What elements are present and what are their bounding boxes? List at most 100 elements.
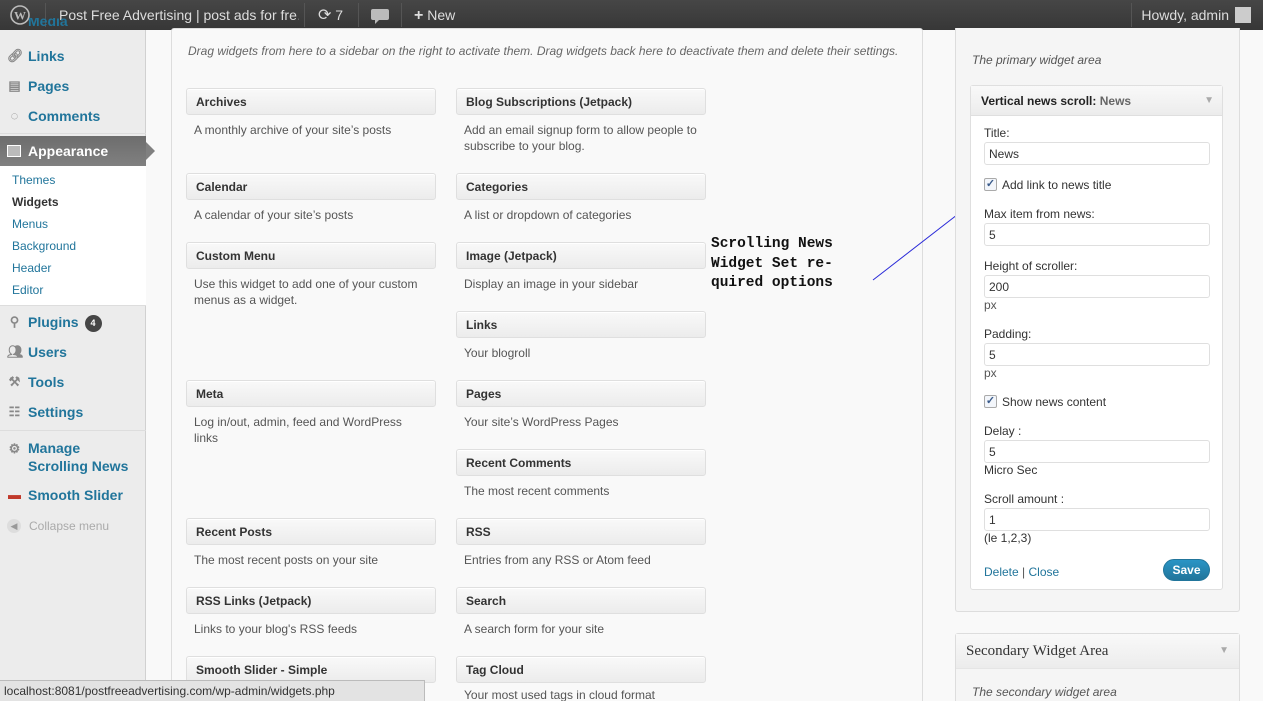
widget-description: A monthly archive of your site’s posts — [194, 123, 392, 137]
menu-item-settings[interactable]: ☷ Settings — [0, 397, 146, 427]
height-input[interactable] — [984, 275, 1210, 298]
widget-archives[interactable]: Archives A monthly archive of your site’s… — [186, 88, 436, 138]
submenu-item-background[interactable]: Background — [12, 235, 76, 257]
padding-label: Padding: — [984, 327, 1032, 341]
widget-custom-menu[interactable]: Custom Menu Use this widget to add one of… — [186, 242, 436, 308]
new-label: New — [427, 7, 456, 23]
refresh-icon: ⟳ — [318, 7, 332, 24]
widget-description: A search form for your site — [464, 622, 605, 636]
widget-image[interactable]: Image (Jetpack) Display an image in your … — [456, 242, 706, 292]
delay-unit: Micro Sec — [984, 463, 1038, 477]
plugins-update-badge: 4 — [84, 315, 102, 332]
widget-header[interactable]: Vertical news scroll: News ▼ — [971, 86, 1222, 116]
widget-title[interactable]: Smooth Slider - Simple — [186, 656, 436, 683]
title-input[interactable] — [984, 142, 1210, 165]
submenu-item-widgets[interactable]: Widgets — [12, 191, 59, 213]
max-item-label: Max item from news: — [984, 207, 1095, 221]
available-widgets-description: Drag widgets from here to a sidebar on t… — [188, 44, 899, 58]
widget-title[interactable]: RSS Links (Jetpack) — [186, 587, 436, 614]
widget-title[interactable]: Recent Comments — [456, 449, 706, 476]
widget-recent-posts[interactable]: Recent Posts The most recent posts on you… — [186, 518, 436, 568]
menu-item-tools[interactable]: ⚒ Tools — [0, 367, 146, 397]
widget-description: The most recent comments — [464, 484, 610, 498]
widget-control-links: Delete | Close — [984, 565, 1059, 579]
close-link[interactable]: Close — [1029, 565, 1060, 579]
show-content-label: Show news content — [1002, 395, 1107, 409]
widget-recent-comments[interactable]: Recent Comments The most recent comments — [456, 449, 706, 499]
appearance-icon — [7, 145, 21, 157]
widget-blog-subscriptions[interactable]: Blog Subscriptions (Jetpack) Add an email… — [456, 88, 706, 154]
add-link-checkbox[interactable]: ✓ — [984, 178, 997, 191]
widget-title[interactable]: Search — [456, 587, 706, 614]
widget-title[interactable]: RSS — [456, 518, 706, 545]
widget-title[interactable]: Image (Jetpack) — [456, 242, 706, 269]
padding-input[interactable] — [984, 343, 1210, 366]
updates-link[interactable]: ⟳ 7 — [318, 0, 343, 30]
widget-title[interactable]: Categories — [456, 173, 706, 200]
widget-title[interactable]: Blog Subscriptions (Jetpack) — [456, 88, 706, 115]
widget-calendar[interactable]: Calendar A calendar of your site’s posts — [186, 173, 436, 223]
widget-pages[interactable]: Pages Your site’s WordPress Pages — [456, 380, 706, 430]
widget-tag-cloud[interactable]: Tag Cloud Your most used tags in cloud fo… — [456, 656, 706, 701]
collapse-menu-button[interactable]: ◀ Collapse menu — [0, 516, 146, 536]
annotation-line: quired options — [711, 275, 833, 291]
appearance-submenu: Themes Widgets Menus Background Header E… — [0, 166, 146, 306]
gear-icon: ⚙ — [8, 441, 21, 456]
widget-title[interactable]: Custom Menu — [186, 242, 436, 269]
menu-item-media[interactable]: Media — [0, 18, 146, 34]
admin-menu: Media 🔗︎ Links ▤ Pages ◌ Comments Appearanc… — [0, 18, 155, 701]
widget-description: Your blogroll — [464, 346, 531, 360]
widget-search[interactable]: Search A search form for your site — [456, 587, 706, 637]
widget-title[interactable]: Meta — [186, 380, 436, 407]
settings-icon: ☷ — [8, 404, 21, 419]
comment-bubble-icon[interactable] — [371, 0, 389, 30]
widget-rss-links[interactable]: RSS Links (Jetpack) Links to your blog's … — [186, 587, 436, 637]
save-button[interactable]: Save — [1163, 559, 1210, 581]
widget-rss[interactable]: RSS Entries from any RSS or Atom feed — [456, 518, 706, 568]
toggle-arrow-icon[interactable]: ▼ — [1219, 634, 1229, 668]
max-item-input[interactable] — [984, 223, 1210, 246]
vertical-news-scroll-widget: Vertical news scroll: News▼ Title: ✓ Add… — [970, 85, 1223, 590]
widget-title[interactable]: Links — [456, 311, 706, 338]
delay-label: Delay : — [984, 424, 1022, 438]
menu-item-label: Settings — [28, 404, 84, 420]
widget-description: A calendar of your site’s posts — [194, 208, 354, 222]
widget-meta[interactable]: Meta Log in/out, admin, feed and WordPres… — [186, 380, 436, 446]
submenu-item-editor[interactable]: Editor — [12, 279, 43, 301]
add-link-label: Add link to news title — [1002, 178, 1112, 192]
menu-item-pages[interactable]: ▤ Pages — [0, 71, 146, 101]
widget-title[interactable]: Archives — [186, 88, 436, 115]
menu-item-plugins[interactable]: ⚲ Plugins 4 — [0, 307, 146, 337]
menu-item-manage-scrolling-news[interactable]: ⚙ Manage Scrolling News — [0, 434, 146, 474]
widget-smooth-slider-simple[interactable]: Smooth Slider - Simple — [186, 656, 436, 683]
submenu-item-themes[interactable]: Themes — [12, 169, 55, 191]
menu-item-smooth-slider[interactable]: ▬ Smooth Slider — [0, 480, 146, 510]
menu-item-appearance[interactable]: Appearance — [0, 136, 155, 166]
secondary-widget-area: Secondary Widget Area ▼ The secondary wid… — [955, 633, 1240, 701]
secondary-area-header[interactable]: Secondary Widget Area ▼ — [956, 634, 1239, 669]
scroll-amount-input[interactable] — [984, 508, 1210, 531]
collapse-arrow-icon: ◀ — [7, 519, 21, 533]
menu-item-links[interactable]: 🔗︎ Links — [0, 41, 146, 71]
toggle-arrow-icon[interactable]: ▼ — [1204, 86, 1214, 116]
widget-categories[interactable]: Categories A list or dropdown of categori… — [456, 173, 706, 223]
menu-item-users[interactable]: 👥︎ Users — [0, 337, 146, 367]
slider-icon: ▬ — [8, 487, 21, 502]
browser-status-bar: localhost:8081/postfreeadvertising.com/w… — [0, 680, 425, 701]
submenu-item-menus[interactable]: Menus — [12, 213, 48, 235]
show-content-checkbox[interactable]: ✓ — [984, 395, 997, 408]
widget-title[interactable]: Pages — [456, 380, 706, 407]
widget-title[interactable]: Tag Cloud — [456, 656, 706, 683]
widget-title[interactable]: Calendar — [186, 173, 436, 200]
height-unit: px — [984, 298, 997, 312]
submenu-item-header[interactable]: Header — [12, 257, 51, 279]
my-account-link[interactable]: Howdy, admin — [1141, 0, 1251, 30]
padding-unit: px — [984, 366, 997, 380]
widget-title[interactable]: Recent Posts — [186, 518, 436, 545]
menu-item-comments[interactable]: ◌ Comments — [0, 101, 146, 131]
delay-input[interactable] — [984, 440, 1210, 463]
delete-link[interactable]: Delete — [984, 565, 1019, 579]
annotation-note: Scrolling News Widget Set re- quired opt… — [711, 235, 861, 294]
new-content-link[interactable]: + New — [414, 0, 455, 30]
widget-links[interactable]: Links Your blogroll — [456, 311, 706, 361]
